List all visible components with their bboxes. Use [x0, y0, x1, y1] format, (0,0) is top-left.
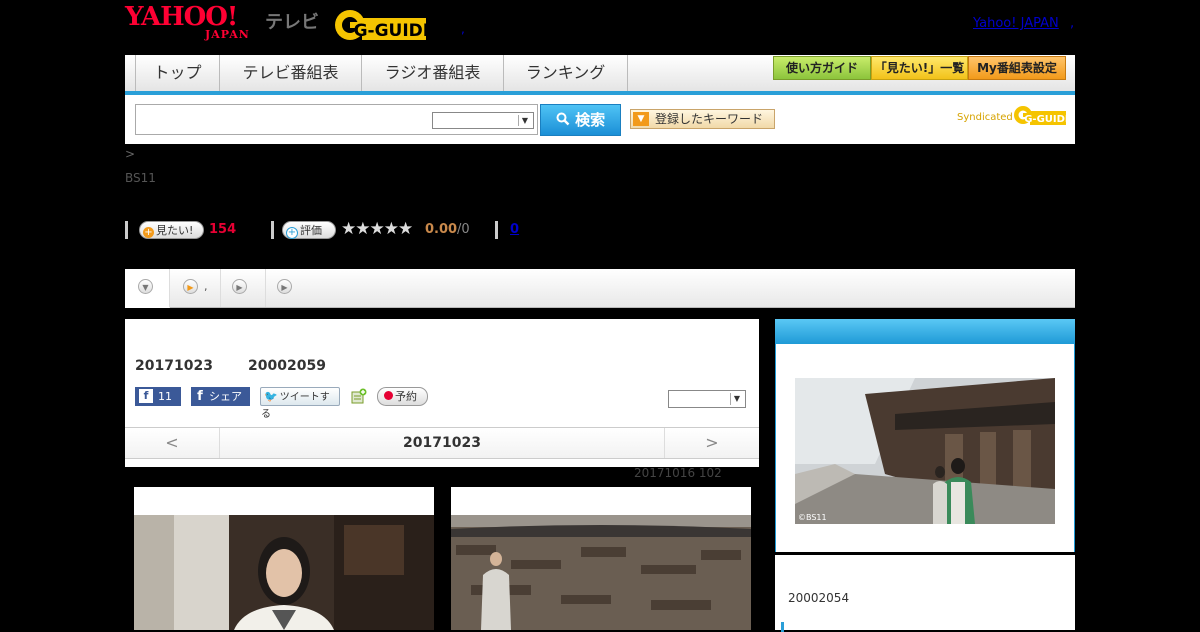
plus-icon: + [143, 227, 154, 238]
side-panel-band [775, 552, 1075, 555]
subtab-2[interactable]: ▶ , [170, 269, 221, 307]
subtab-1[interactable]: ▼ [125, 269, 170, 308]
program-thumbnail-2[interactable] [451, 487, 751, 630]
twitter-bird-icon: 🐦 [264, 390, 278, 403]
registered-keywords-button[interactable]: ▼ 登録したキーワード [630, 109, 775, 129]
rating-count: /0 [457, 222, 470, 237]
yahoo-logo-text: YAHOO! [125, 2, 238, 32]
photo-woman-portrait [134, 515, 434, 630]
hyoka-button-label: 評価 [300, 224, 322, 237]
gguide-small-logo-text: G-GUIDE [1024, 114, 1067, 125]
reserve-button-label: 予約 [395, 390, 417, 403]
prev-date-button[interactable]: < [125, 428, 220, 458]
facebook-like-count: 11 [158, 390, 172, 403]
subtab-3[interactable]: ▶ [221, 269, 266, 307]
nav-tab-ranking[interactable]: ランキング [504, 55, 628, 91]
guide-button[interactable]: 使い方ガイド [773, 56, 871, 80]
yahoo-japan-logo[interactable]: YAHOO! JAPAN [125, 2, 249, 41]
gguide-small-logo: G-GUIDE [1014, 106, 1067, 125]
side-program-image[interactable]: ©BS11 [795, 354, 1055, 549]
facebook-share-label: シェア [209, 390, 242, 403]
hyoka-button[interactable]: + 評価 [282, 221, 336, 239]
search-button-label: 検索 [575, 111, 606, 129]
program-meta: 20171016 102 [634, 466, 722, 480]
side-section-marker [781, 622, 784, 632]
facebook-share-button[interactable]: f シェア [191, 387, 250, 406]
side-program-id: 20002054 [788, 591, 850, 605]
rating-score: 0.00 [425, 222, 458, 237]
registered-keywords-label: 登録したキーワード [655, 112, 764, 126]
play-circle-icon: ▶ [232, 279, 247, 294]
search-genre-select[interactable]: ▼ [432, 112, 534, 129]
divider [271, 221, 274, 239]
subtab-4[interactable]: ▶ [266, 269, 292, 307]
mitai-list-button[interactable]: 「見たい!」一覧 [871, 56, 968, 80]
search-icon [556, 111, 575, 129]
chevron-down-icon: ▼ [633, 112, 649, 126]
add-list-icon[interactable] [351, 388, 367, 404]
photo-stone-wall [451, 515, 751, 630]
search-button[interactable]: 検索 [540, 104, 621, 136]
channel-name: BS11 [125, 171, 156, 185]
subtab-2-label: , [204, 280, 208, 293]
program-date: 20171023 [135, 358, 213, 374]
program-id: 20002059 [248, 358, 326, 374]
plus-icon: + [286, 227, 298, 239]
side-panel-header [775, 319, 1075, 344]
reviews-link[interactable]: 0 [510, 222, 519, 237]
dropdown-arrow-icon: ▼ [518, 115, 531, 126]
star-rating-icon: ★★★★★ [341, 219, 413, 239]
facebook-like-button[interactable]: f 11 [135, 387, 181, 406]
yahoo-japan-link[interactable]: Yahoo! JAPAN [973, 16, 1059, 31]
nav-tab-tv-listings[interactable]: テレビ番組表 [220, 55, 362, 91]
japan-logo-text: JAPAN [205, 28, 250, 41]
image-credit: ©BS11 [798, 513, 827, 522]
gguide-logo-text: G-GUIDE [354, 21, 432, 41]
mitai-count: 154 [209, 222, 237, 237]
dropdown-arrow-icon: ▼ [730, 393, 743, 405]
device-select[interactable]: ▼ [668, 390, 746, 408]
reserve-button[interactable]: 予約 [377, 387, 428, 406]
next-date-button[interactable]: > [664, 428, 759, 458]
tv-logo-text[interactable]: テレビ [265, 8, 319, 34]
facebook-icon: f [139, 389, 153, 403]
mitai-button[interactable]: + 見たい! [139, 221, 204, 239]
divider [495, 221, 498, 239]
breadcrumb[interactable]: > [125, 147, 135, 161]
date-navigation: < 20171023 > [125, 427, 759, 459]
play-circle-icon: ▶ [277, 279, 292, 294]
my-settings-button[interactable]: My番組表設定 [968, 56, 1066, 80]
chevron-down-icon: ▼ [138, 279, 153, 294]
program-subtabs [125, 269, 1075, 308]
nav-tab-radio-listings[interactable]: ラジオ番組表 [362, 55, 504, 91]
tweet-button[interactable]: 🐦 ツイートする [260, 387, 340, 420]
record-dot-icon [384, 391, 393, 400]
current-date: 20171023 [403, 435, 481, 451]
photo-kyoto-street: ©BS11 [795, 354, 1055, 549]
facebook-icon: f [197, 389, 203, 404]
play-circle-icon: ▶ [183, 279, 198, 294]
mitai-button-label: 見たい! [156, 224, 194, 237]
syndicated-label: Syndicated [957, 112, 1013, 123]
nav-tab-top[interactable]: トップ [136, 55, 220, 91]
nav-left-edge [125, 55, 136, 91]
program-thumbnail-1[interactable] [134, 487, 434, 630]
side-panel-border-left [775, 344, 776, 554]
gguide-logo[interactable]: G-GUIDE [334, 8, 434, 42]
divider [125, 221, 128, 239]
header-separator: , [461, 22, 465, 36]
yahoo-link-separator: , [1070, 16, 1075, 31]
side-panel-border-right [1074, 344, 1075, 554]
